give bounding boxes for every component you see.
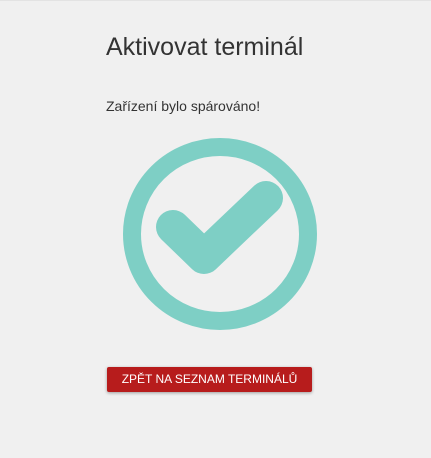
success-graphic [112,136,330,332]
page-title: Aktivovat terminál [106,33,304,61]
back-to-terminal-list-button[interactable]: ZPĚT NA SEZNAM TERMINÁLŮ [107,367,312,392]
pairing-success-message: Zařízení bylo spárováno! [106,98,261,114]
checkmark [156,181,283,274]
check-circle-icon [123,138,317,330]
top-border [0,0,431,1]
